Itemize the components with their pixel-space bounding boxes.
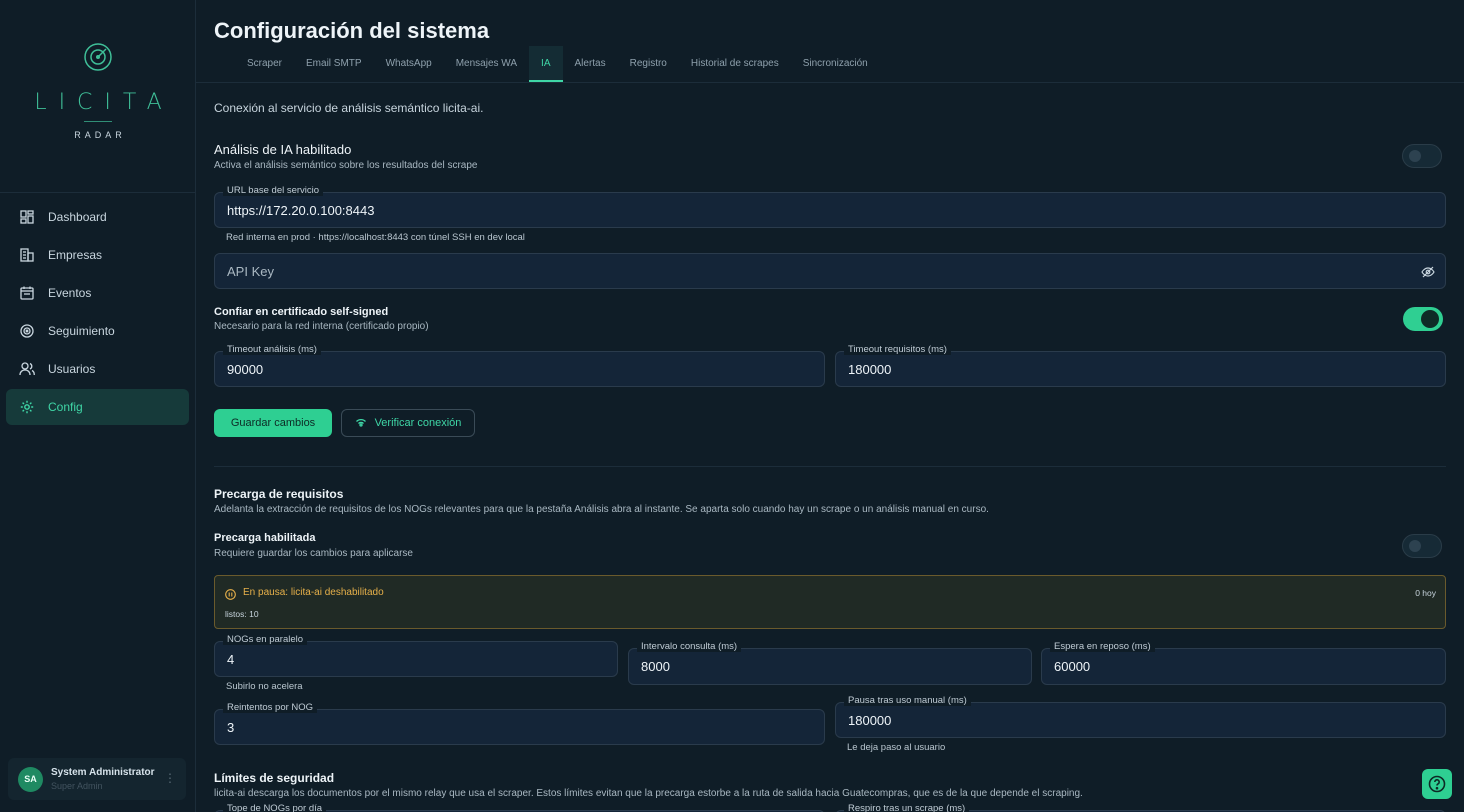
limits-title: Límites de seguridad	[214, 771, 335, 785]
ia-enabled-title: Análisis de IA habilitado	[214, 142, 352, 157]
precarga-enabled-title: Precarga habilitada	[214, 532, 316, 544]
parallel-value[interactable]: 4	[227, 642, 589, 676]
tab-ia[interactable]: IA	[529, 46, 563, 82]
tab-whatsapp[interactable]: WhatsApp	[374, 46, 444, 82]
users-icon	[19, 361, 35, 377]
page-title: Configuración del sistema	[214, 18, 490, 43]
precarga-status-text: En pausa: licita-ai deshabilitado	[243, 587, 384, 598]
sidebar-item-label: Dashboard	[48, 210, 107, 224]
timeout-requirements-field[interactable]: Timeout requisitos (ms) 180000	[835, 344, 1446, 387]
tab-scraper[interactable]: Scraper	[235, 46, 294, 82]
ia-enabled-desc: Activa el análisis semántico sobre los r…	[214, 160, 478, 171]
verify-connection-button[interactable]: Verificar conexión	[341, 409, 475, 437]
precarga-status-count: 0 hoy	[1415, 588, 1436, 598]
avatar: SA	[18, 766, 43, 792]
parallel-field[interactable]: NOGs en paralelo 4	[214, 634, 618, 677]
eye-off-icon[interactable]	[1421, 265, 1435, 284]
pause-icon	[225, 587, 236, 605]
sidebar-item-label: Empresas	[48, 248, 103, 262]
section-divider	[214, 466, 1446, 467]
help-icon	[1428, 775, 1446, 793]
building-icon	[19, 247, 35, 263]
daily-cap-label: Tope de NOGs por día	[223, 803, 327, 812]
timeout-analysis-value[interactable]: 90000	[227, 352, 775, 386]
sidebar-nav: Dashboard Empresas Eventos Seguimiento U…	[6, 199, 189, 427]
sidebar-item-config[interactable]: Config	[6, 389, 189, 425]
timeout-analysis-field[interactable]: Timeout análisis (ms) 90000	[214, 344, 825, 387]
api-key-input[interactable]	[227, 254, 1334, 288]
sidebar-item-eventos[interactable]: Eventos	[6, 275, 189, 311]
verify-connection-label: Verificar conexión	[374, 417, 462, 429]
sidebar-divider	[0, 192, 196, 193]
self-signed-desc: Necesario para la red interna (certifica…	[214, 321, 429, 332]
dashboard-icon	[19, 209, 35, 225]
sidebar-item-label: Seguimiento	[48, 324, 115, 338]
timeout-requirements-value[interactable]: 180000	[848, 352, 1396, 386]
help-button[interactable]	[1422, 769, 1452, 799]
idle-value[interactable]: 60000	[1054, 649, 1417, 684]
interval-value[interactable]: 8000	[641, 649, 1003, 684]
user-card[interactable]: SA System Administrator Super Admin ⋮	[8, 758, 186, 800]
pause-manual-hint: Le deja paso al usuario	[847, 742, 946, 753]
api-key-field[interactable]	[214, 253, 1446, 289]
ia-enabled-toggle[interactable]	[1402, 144, 1442, 168]
tab-historial-scrapes[interactable]: Historial de scrapes	[679, 46, 791, 82]
tab-alertas[interactable]: Alertas	[563, 46, 618, 82]
base-url-field[interactable]: URL base del servicio https://172.20.0.1…	[214, 185, 1446, 228]
precarga-title: Precarga de requisitos	[214, 487, 344, 501]
sidebar-item-label: Usuarios	[48, 362, 96, 376]
sidebar-item-usuarios[interactable]: Usuarios	[6, 351, 189, 387]
brand-divider	[84, 121, 112, 122]
radar-logo-icon	[84, 43, 112, 71]
pause-manual-value[interactable]: 180000	[848, 703, 1396, 737]
tab-mensajes-wa[interactable]: Mensajes WA	[444, 46, 529, 82]
sidebar-item-empresas[interactable]: Empresas	[6, 237, 189, 273]
parallel-hint: Subirlo no acelera	[226, 681, 303, 692]
precarga-status-banner: En pausa: licita-ai deshabilitado 0 hoy …	[214, 575, 1446, 629]
signal-icon	[355, 417, 367, 429]
more-vertical-icon[interactable]: ⋮	[164, 771, 176, 785]
sidebar-item-dashboard[interactable]: Dashboard	[6, 199, 189, 235]
tabs-divider	[196, 82, 1464, 83]
settings-tabs: Scraper Email SMTP WhatsApp Mensajes WA …	[235, 46, 880, 82]
calendar-icon	[19, 285, 35, 301]
sidebar-item-label: Config	[48, 400, 83, 414]
brand-sub: RADAR	[74, 130, 126, 140]
sidebar-item-label: Eventos	[48, 286, 92, 300]
post-scrape-label: Respiro tras un scrape (ms)	[844, 803, 970, 812]
retries-value[interactable]: 3	[227, 710, 775, 744]
self-signed-toggle[interactable]	[1403, 307, 1443, 331]
base-url-hint: Red interna en prod · https://localhost:…	[226, 232, 525, 243]
pause-manual-field[interactable]: Pausa tras uso manual (ms) 180000	[835, 695, 1446, 738]
precarga-enabled-desc: Requiere guardar los cambios para aplica…	[214, 548, 413, 559]
interval-field[interactable]: Intervalo consulta (ms) 8000	[628, 641, 1032, 685]
user-role: Super Admin	[51, 781, 103, 791]
gear-icon	[19, 399, 35, 415]
sidebar-item-seguimiento[interactable]: Seguimiento	[6, 313, 189, 349]
brand-name: LICITA	[34, 90, 174, 115]
tab-sincronizacion[interactable]: Sincronización	[791, 46, 880, 82]
precarga-desc: Adelanta la extracción de requisitos de …	[214, 504, 989, 515]
idle-field[interactable]: Espera en reposo (ms) 60000	[1041, 641, 1446, 685]
brand-logo: LICITA RADAR	[0, 42, 196, 140]
sidebar: LICITA RADAR Dashboard Empresas Eventos	[0, 0, 196, 812]
main-content: Configuración del sistema Scraper Email …	[196, 0, 1464, 812]
retries-field[interactable]: Reintentos por NOG 3	[214, 702, 825, 745]
precarga-status-ready: listos: 10	[225, 609, 259, 619]
precarga-enabled-toggle[interactable]	[1402, 534, 1442, 558]
tab-email-smtp[interactable]: Email SMTP	[294, 46, 374, 82]
limits-desc: licita-ai descarga los documentos por el…	[214, 788, 1083, 799]
save-button[interactable]: Guardar cambios	[214, 409, 332, 437]
user-name: System Administrator	[51, 767, 155, 778]
radar-icon	[19, 323, 35, 339]
self-signed-title: Confiar en certificado self-signed	[214, 306, 389, 318]
tab-registro[interactable]: Registro	[618, 46, 679, 82]
ia-intro: Conexión al servicio de análisis semánti…	[214, 101, 484, 115]
base-url-value[interactable]: https://172.20.0.100:8443	[227, 193, 1334, 227]
